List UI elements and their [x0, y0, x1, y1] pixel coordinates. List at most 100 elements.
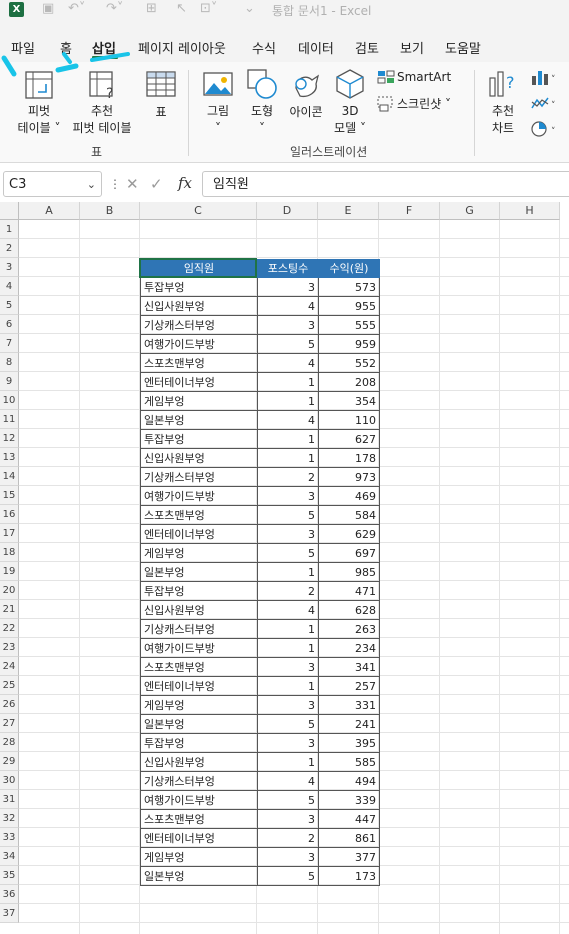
row-header-30[interactable]: 30: [0, 771, 19, 790]
cell-employee[interactable]: 게임부엉: [140, 391, 258, 411]
cell-post-count[interactable]: 1: [257, 391, 319, 411]
row-header-3[interactable]: 3: [0, 258, 19, 277]
formula-input[interactable]: 임직원: [202, 171, 569, 197]
3d-model-button[interactable]: 3D 모델 ˅: [328, 103, 372, 137]
row-header-11[interactable]: 11: [0, 410, 19, 429]
row-header-8[interactable]: 8: [0, 353, 19, 372]
cell-post-count[interactable]: 3: [257, 524, 319, 544]
header-post-count[interactable]: 포스팅수: [257, 259, 319, 278]
print-preview-icon[interactable]: ⊞: [146, 1, 157, 16]
recommended-pivot-button[interactable]: 추천 피벗 테이블: [68, 103, 136, 137]
cell-employee[interactable]: 게임부엉: [140, 847, 258, 867]
cell-revenue[interactable]: 959: [318, 334, 380, 354]
table-button[interactable]: 표: [146, 103, 176, 120]
row-header-22[interactable]: 22: [0, 619, 19, 638]
tab-formulas[interactable]: 수식: [252, 38, 276, 57]
cell-employee[interactable]: 일본부엉: [140, 866, 258, 886]
tab-view[interactable]: 보기: [400, 38, 424, 57]
cell-revenue[interactable]: 447: [318, 809, 380, 829]
cell-revenue[interactable]: 469: [318, 486, 380, 506]
column-header-b[interactable]: B: [80, 202, 140, 220]
row-header-35[interactable]: 35: [0, 866, 19, 885]
cell-post-count[interactable]: 3: [257, 733, 319, 753]
cell-revenue[interactable]: 471: [318, 581, 380, 601]
recommended-charts-button[interactable]: 추천 차트: [484, 103, 522, 137]
cell-employee[interactable]: 일본부엉: [140, 714, 258, 734]
row-header-18[interactable]: 18: [0, 543, 19, 562]
cell-post-count[interactable]: 3: [257, 657, 319, 677]
cell-employee[interactable]: 일본부엉: [140, 562, 258, 582]
row-header-9[interactable]: 9: [0, 372, 19, 391]
cell-revenue[interactable]: 354: [318, 391, 380, 411]
cell-revenue[interactable]: 339: [318, 790, 380, 810]
touch-mode-icon[interactable]: ⊡˅: [200, 1, 217, 16]
column-header-g[interactable]: G: [440, 202, 500, 220]
cell-post-count[interactable]: 3: [257, 695, 319, 715]
cell-post-count[interactable]: 5: [257, 790, 319, 810]
cell-post-count[interactable]: 1: [257, 619, 319, 639]
cell-post-count[interactable]: 1: [257, 562, 319, 582]
cell-post-count[interactable]: 1: [257, 676, 319, 696]
row-header-17[interactable]: 17: [0, 524, 19, 543]
select-all-corner[interactable]: [0, 202, 19, 220]
cell-employee[interactable]: 투잡부엉: [140, 733, 258, 753]
row-header-29[interactable]: 29: [0, 752, 19, 771]
cell-employee[interactable]: 게임부엉: [140, 543, 258, 563]
column-header-e[interactable]: E: [318, 202, 379, 220]
redo-icon[interactable]: ↷˅: [106, 1, 123, 16]
cell-revenue[interactable]: 697: [318, 543, 380, 563]
cell-employee[interactable]: 기상캐스터부엉: [140, 467, 258, 487]
undo-icon[interactable]: ↶˅: [68, 1, 85, 16]
row-header-5[interactable]: 5: [0, 296, 19, 315]
row-header-26[interactable]: 26: [0, 695, 19, 714]
cell-revenue[interactable]: 955: [318, 296, 380, 316]
tab-page-layout[interactable]: 페이지 레이아웃: [138, 38, 226, 57]
shapes-button[interactable]: 도형 ˅: [246, 103, 278, 137]
cell-revenue[interactable]: 257: [318, 676, 380, 696]
cell-post-count[interactable]: 4: [257, 296, 319, 316]
cell-post-count[interactable]: 5: [257, 714, 319, 734]
cell-employee[interactable]: 기상캐스터부엉: [140, 619, 258, 639]
save-icon[interactable]: ▣: [42, 1, 54, 16]
tab-data[interactable]: 데이터: [298, 38, 334, 57]
cell-post-count[interactable]: 3: [257, 847, 319, 867]
row-header-19[interactable]: 19: [0, 562, 19, 581]
row-header-2[interactable]: 2: [0, 239, 19, 258]
cell-post-count[interactable]: 4: [257, 410, 319, 430]
row-header-33[interactable]: 33: [0, 828, 19, 847]
row-header-24[interactable]: 24: [0, 657, 19, 676]
cell-post-count[interactable]: 2: [257, 467, 319, 487]
cell-employee[interactable]: 스포츠맨부엉: [140, 657, 258, 677]
row-header-34[interactable]: 34: [0, 847, 19, 866]
cell-employee[interactable]: 투잡부엉: [140, 581, 258, 601]
column-header-d[interactable]: D: [257, 202, 318, 220]
cell-revenue[interactable]: 395: [318, 733, 380, 753]
cell-employee[interactable]: 게임부엉: [140, 695, 258, 715]
row-header-13[interactable]: 13: [0, 448, 19, 467]
row-header-36[interactable]: 36: [0, 885, 19, 904]
cell-employee[interactable]: 기상캐스터부엉: [140, 315, 258, 335]
smartart-button[interactable]: SmartArt: [397, 70, 451, 84]
row-header-4[interactable]: 4: [0, 277, 19, 296]
column-header-f[interactable]: F: [379, 202, 440, 220]
pointer-icon[interactable]: ↖: [176, 1, 187, 16]
worksheet-grid[interactable]: ABCDEFGH 1 2 3 4 5 6 7 8 9 10 11 12 13 14 15 16 17 18 19 20…: [0, 202, 569, 934]
row-header-14[interactable]: 14: [0, 467, 19, 486]
cell-post-count[interactable]: 1: [257, 429, 319, 449]
cell-employee[interactable]: 신입사원부엉: [140, 752, 258, 772]
cell-revenue[interactable]: 628: [318, 600, 380, 620]
cell-post-count[interactable]: 1: [257, 448, 319, 468]
row-header-28[interactable]: 28: [0, 733, 19, 752]
cell-revenue[interactable]: 585: [318, 752, 380, 772]
cell-post-count[interactable]: 2: [257, 581, 319, 601]
cell-post-count[interactable]: 5: [257, 505, 319, 525]
cell-revenue[interactable]: 208: [318, 372, 380, 392]
cell-employee[interactable]: 신입사원부엉: [140, 296, 258, 316]
cell-employee[interactable]: 스포츠맨부엉: [140, 353, 258, 373]
cell-revenue[interactable]: 377: [318, 847, 380, 867]
tab-help[interactable]: 도움말: [445, 38, 481, 57]
cell-revenue[interactable]: 861: [318, 828, 380, 848]
cell-employee[interactable]: 투잡부엉: [140, 277, 258, 297]
cell-post-count[interactable]: 3: [257, 809, 319, 829]
row-header-1[interactable]: 1: [0, 220, 19, 239]
